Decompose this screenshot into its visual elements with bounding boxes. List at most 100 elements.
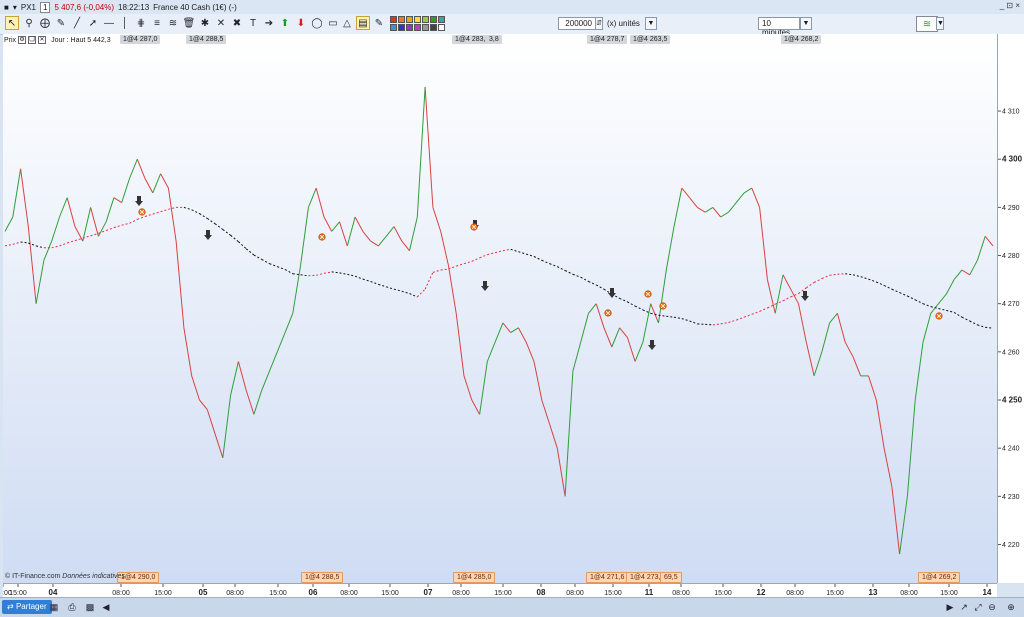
trade-star-icon[interactable] — [644, 290, 652, 298]
top-order-tag[interactable]: 3,8 — [486, 35, 502, 44]
price-tick-label: 4 280 — [1002, 253, 1020, 260]
trend-icon[interactable]: ≋ — [166, 16, 180, 30]
vertical-line-icon[interactable]: │ — [118, 16, 132, 30]
ruler-icon[interactable]: ✎ — [54, 16, 68, 30]
interval-select[interactable]: 10 minutes — [758, 17, 800, 37]
chart-info-bar: Prix ⚙ ❏ ✕ Jour : Haut 5 442,3 — [4, 35, 111, 45]
trade-star-icon[interactable] — [318, 233, 326, 241]
color-swatch[interactable] — [414, 24, 421, 31]
share-label: Partager — [15, 602, 47, 611]
price-tick-label: 4 260 — [1002, 349, 1020, 356]
trade-star-icon[interactable] — [659, 302, 667, 310]
bottom-order-tag[interactable]: 1@4 288,5 — [301, 572, 344, 583]
arrow-up-icon[interactable]: ⬆ — [278, 16, 292, 30]
cursor-icon[interactable]: ↖ — [5, 16, 19, 30]
time-tick-label: 13 — [869, 588, 878, 597]
credit-note: Données indicatives — [62, 573, 125, 580]
channel-icon[interactable]: ⋕ — [134, 16, 148, 30]
quantity-stepper[interactable]: ⇵ — [595, 17, 603, 30]
color-swatch[interactable] — [406, 16, 413, 23]
trade-star-icon[interactable] — [470, 223, 478, 231]
arrow-right-icon[interactable]: ➔ — [262, 16, 276, 30]
price-change: 5 407,6 (-0,04%) — [54, 2, 115, 12]
detach-icon[interactable]: ❏ — [28, 36, 37, 44]
color-swatch[interactable] — [430, 24, 437, 31]
bottom-order-tag[interactable]: 1@4 271,6 — [586, 572, 629, 583]
price-label: Prix — [4, 36, 17, 44]
magnet-icon[interactable]: ✱ — [198, 16, 212, 30]
color-swatch[interactable] — [438, 24, 445, 31]
color-swatch[interactable] — [398, 24, 405, 31]
window-menu-icon[interactable]: ■ — [4, 3, 9, 12]
gann-icon[interactable]: ✖ — [230, 16, 244, 30]
zoom-out-icon[interactable]: ⊖ — [986, 601, 998, 613]
day-info: Jour : Haut 5 442,3 — [51, 36, 111, 44]
window-controls[interactable]: _ ⊡ × — [1000, 1, 1020, 10]
scroll-right-icon[interactable]: ▶ — [944, 601, 956, 613]
chart-style-icon[interactable]: ▤ — [356, 16, 370, 30]
color-swatch[interactable] — [390, 24, 397, 31]
line-icon[interactable]: ╱ — [70, 16, 84, 30]
color-swatch[interactable] — [398, 16, 405, 23]
time-tick-label: 14 — [983, 588, 992, 597]
fit-icon[interactable]: ⤢ — [972, 601, 984, 613]
top-order-tag[interactable]: 1@4 287,0 — [120, 35, 161, 44]
top-order-tag[interactable]: 1@4 268,2 — [781, 35, 822, 44]
time-tick-label: 11 — [645, 588, 654, 597]
color-swatch[interactable] — [414, 16, 421, 23]
time-tick-label: 15:00 — [154, 590, 172, 597]
color-swatch[interactable] — [422, 16, 429, 23]
zoom-icon[interactable]: ⚲ — [22, 16, 36, 30]
color-swatch[interactable] — [390, 16, 397, 23]
arrow-down-icon[interactable]: ⬇ — [294, 16, 308, 30]
credit-text: © IT-Finance.com — [5, 573, 61, 580]
rectangle-icon[interactable]: ▭ — [326, 16, 340, 30]
trash-icon[interactable]: 🗑 — [182, 16, 196, 30]
symbol-label[interactable]: PX1 — [21, 3, 36, 12]
chart-type-icon[interactable]: ≋ — [916, 16, 938, 32]
fibonacci-icon[interactable]: ≡ — [150, 16, 164, 30]
triangle-icon[interactable]: △ — [340, 16, 354, 30]
interval-dropdown-icon[interactable]: ▼ — [800, 17, 812, 30]
close-indicator-icon[interactable]: ✕ — [38, 36, 47, 44]
trade-star-icon[interactable] — [935, 312, 943, 320]
mode-indicator: 1 — [39, 1, 51, 13]
symbol-dropdown-icon[interactable]: ▾ — [13, 3, 17, 12]
ellipse-icon[interactable]: ◯ — [310, 16, 324, 30]
layout-icon[interactable]: ▦ — [48, 601, 60, 613]
price-axis: 4 220 4 230 4 240 4 250 4 260 4 270 4 280 4 290… — [997, 34, 1024, 583]
time-axis: 15:00 04 08:00 15:00 05 08:00 15:00 06 08:00 15:0… — [3, 583, 997, 598]
crosshair-icon[interactable]: ⨁ — [38, 16, 52, 30]
scroll-left-icon[interactable]: ◀ — [100, 601, 112, 613]
top-order-tag[interactable]: 1@4 263,5 — [630, 35, 671, 44]
export-icon[interactable]: ▩ — [84, 601, 96, 613]
price-chart[interactable] — [3, 34, 997, 583]
share-button[interactable]: ⇄ Partager — [2, 600, 52, 614]
status-bar: ⇄ Partager ▦ ⎙ ▩ ◀ ▶ ↗ ⤢ ⊖ ⊕ — [0, 597, 1024, 617]
chart-type-dropdown-icon[interactable]: ▼ — [936, 17, 944, 30]
bottom-order-tag[interactable]: 1@4 269,2 — [918, 572, 961, 583]
settings-icon[interactable]: ⚙ — [18, 36, 27, 44]
zoom-in-icon[interactable]: ⊕ — [1005, 601, 1017, 613]
trade-star-icon[interactable] — [604, 309, 612, 317]
text-icon[interactable]: T — [246, 16, 260, 30]
color-swatch[interactable] — [422, 24, 429, 31]
autoscale-icon[interactable]: ↗ — [958, 601, 970, 613]
ray-icon[interactable]: ➚ — [86, 16, 100, 30]
print-icon[interactable]: ⎙ — [66, 601, 78, 613]
trade-star-icon[interactable] — [138, 208, 146, 216]
top-order-tag[interactable]: 1@4 288,5 — [186, 35, 227, 44]
color-swatch[interactable] — [430, 16, 437, 23]
horizontal-line-icon[interactable]: — — [102, 16, 116, 30]
bottom-order-tag[interactable]: 69,5 — [660, 572, 682, 583]
color-swatch[interactable] — [438, 16, 445, 23]
time-tick-label: 06 — [309, 588, 318, 597]
units-dropdown-icon[interactable]: ▼ — [645, 17, 657, 30]
bottom-order-tag[interactable]: 1@4 285,0 — [453, 572, 496, 583]
top-order-tag[interactable]: 1@4 278,7 — [587, 35, 628, 44]
color-swatch[interactable] — [406, 24, 413, 31]
line-color-icon[interactable]: ✎ — [372, 16, 386, 30]
price-tick-label: 4 270 — [1002, 301, 1020, 308]
cross-icon[interactable]: ✕ — [214, 16, 228, 30]
quantity-input[interactable]: 200000 — [558, 17, 596, 30]
